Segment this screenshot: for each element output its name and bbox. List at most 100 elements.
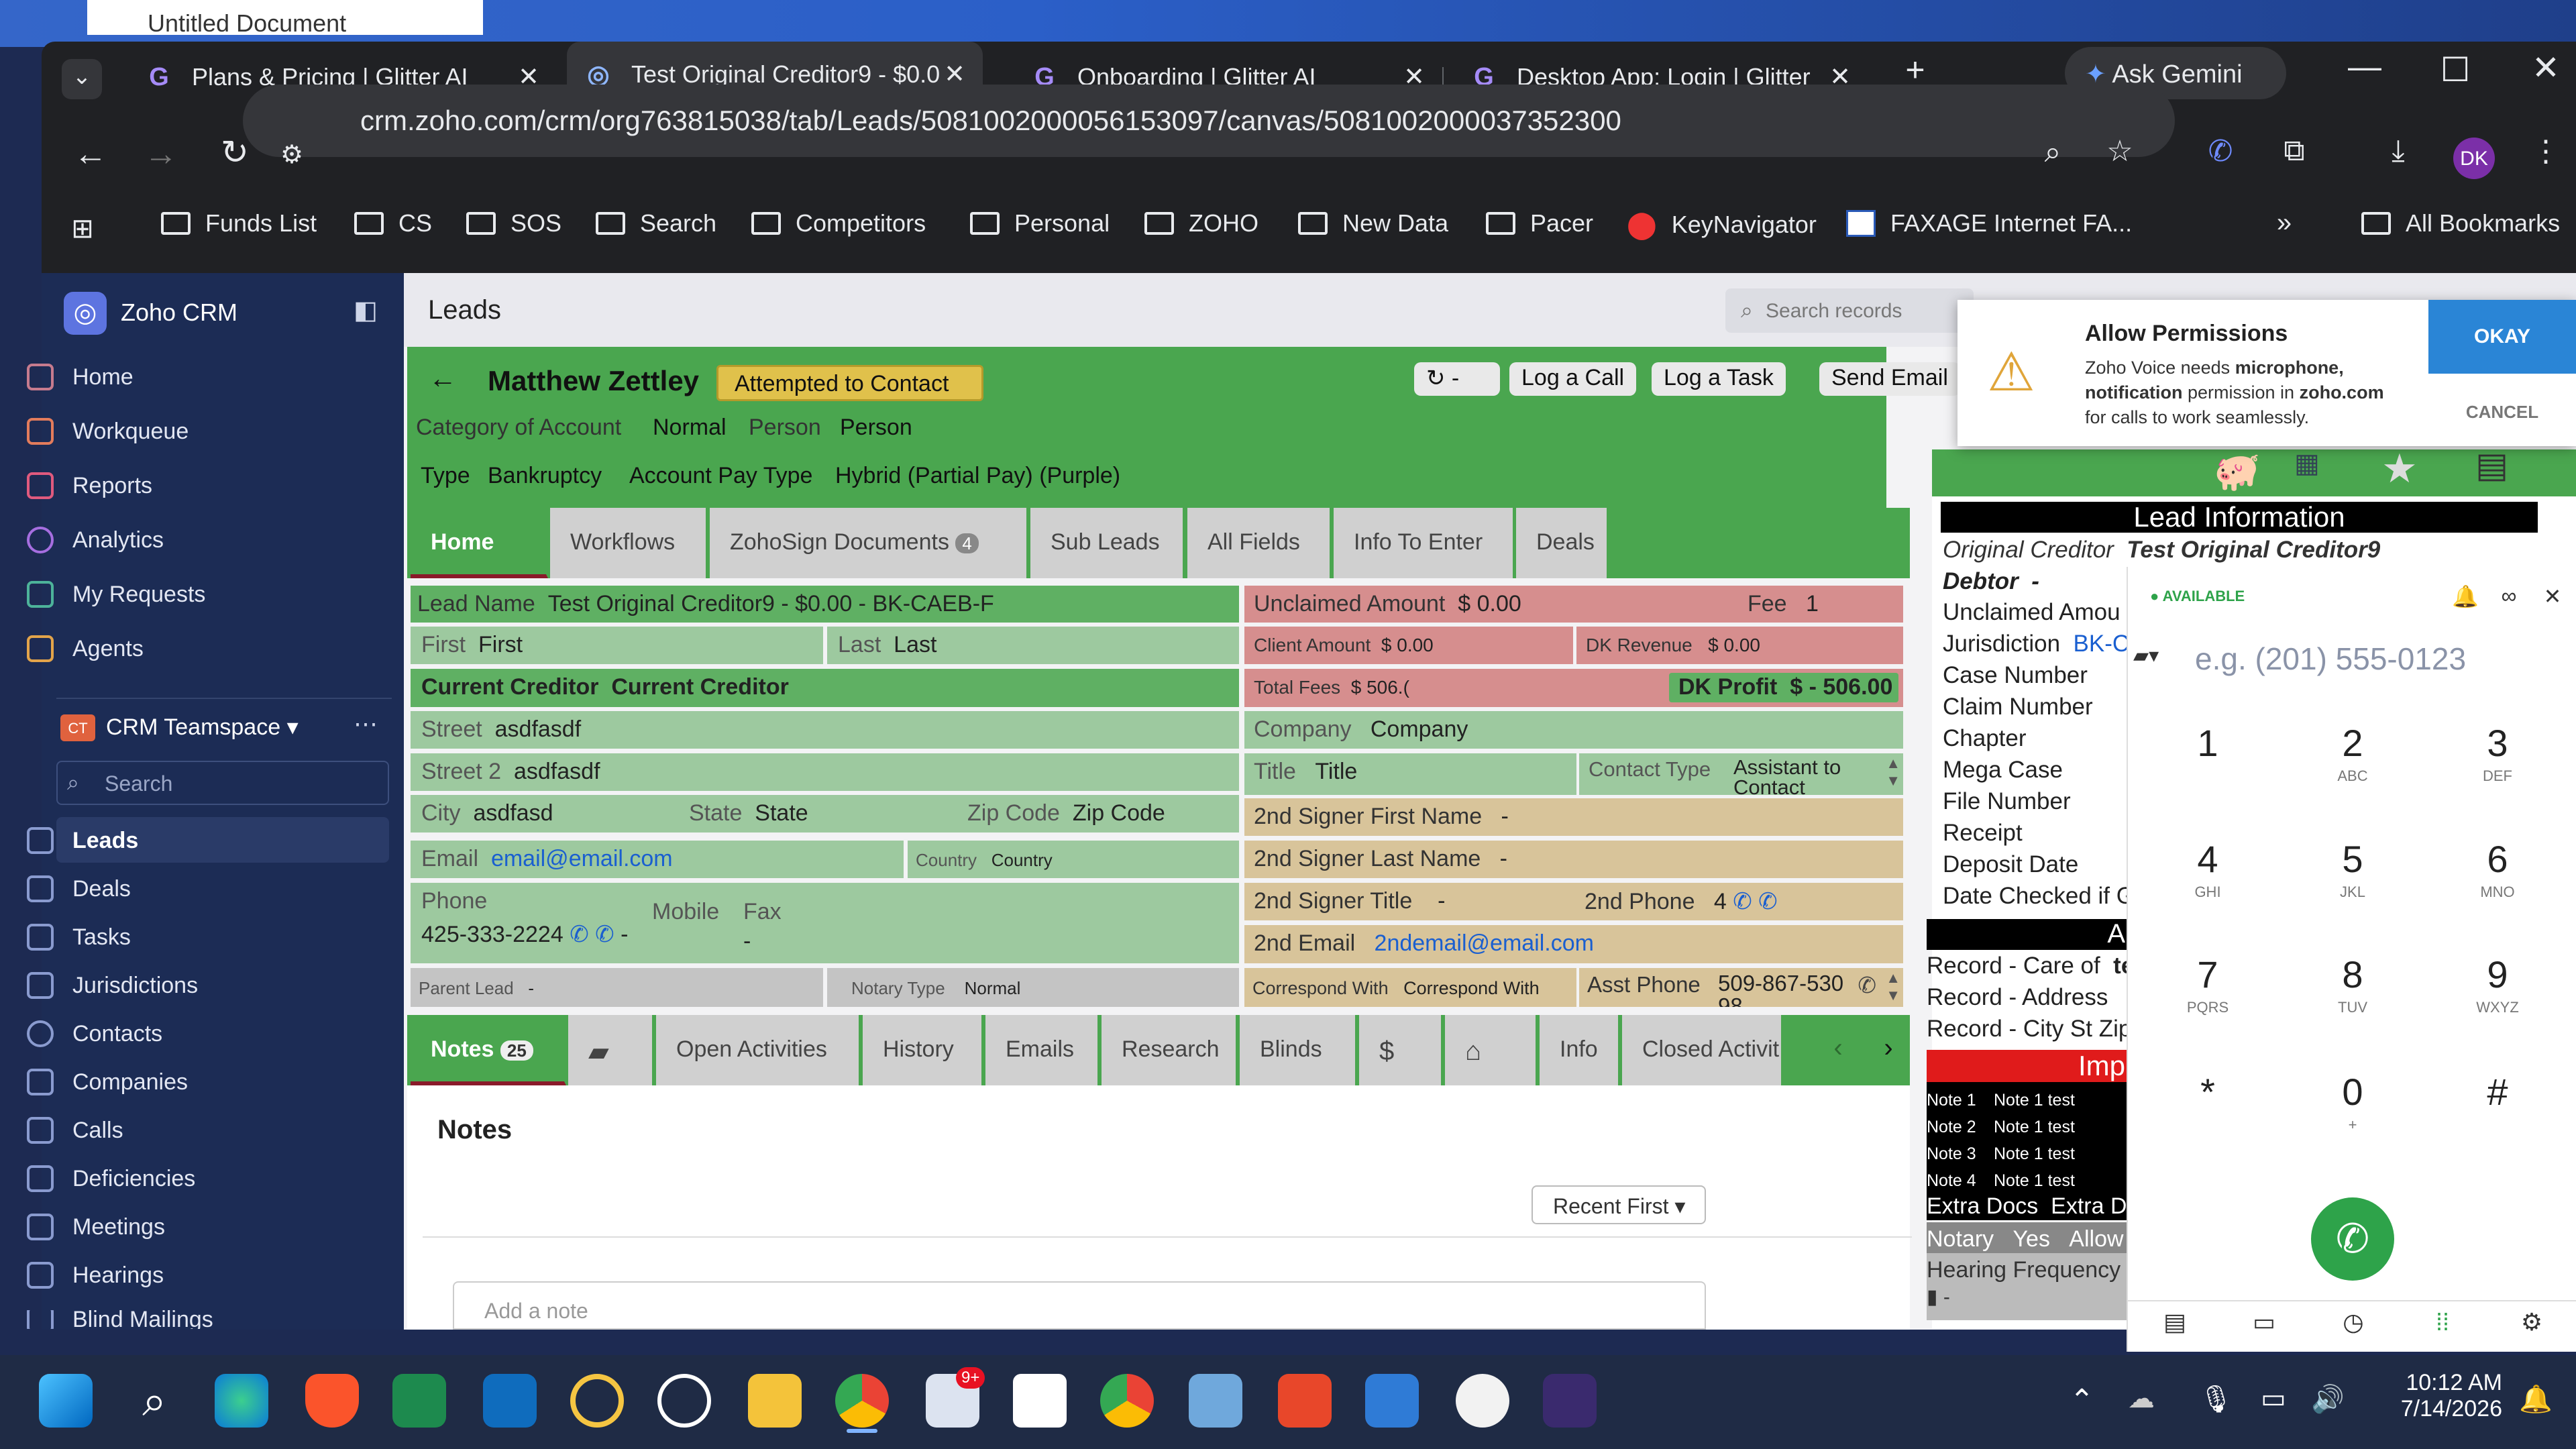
field-client-amount[interactable]: Client Amount $ 0.00 xyxy=(1244,627,1573,664)
log-call-button[interactable]: Log a Call xyxy=(1509,362,1637,396)
excel-icon[interactable] xyxy=(392,1374,446,1428)
key-7[interactable]: 7 PQRS xyxy=(2164,953,2251,1016)
key-2[interactable]: 2 ABC xyxy=(2309,721,2396,785)
bookmark-keynavigator[interactable]: ⬤ KeyNavigator xyxy=(1627,209,1817,240)
start-icon[interactable] xyxy=(39,1374,93,1428)
tab-home[interactable]: Home xyxy=(411,508,548,578)
new-tab-icon[interactable]: + xyxy=(1895,50,1935,89)
nav-reports[interactable]: Reports xyxy=(27,472,152,499)
field-parent-lead[interactable]: Parent Lead - xyxy=(411,968,823,1007)
call-icon[interactable]: ✆ xyxy=(1858,972,1876,998)
menu-icon[interactable]: ⋮ xyxy=(2529,134,2563,168)
notification-bell-icon[interactable]: 🔔 xyxy=(2519,1383,2553,1415)
bell-icon[interactable]: 🔔 xyxy=(2449,584,2482,609)
tab-folder[interactable]: ▰ xyxy=(568,1015,654,1085)
clock[interactable]: 10:12 AM 7/14/2026 xyxy=(2375,1370,2502,1422)
zoho-voice-extension-icon[interactable]: ✆ xyxy=(2200,134,2241,168)
bookmark-faxage[interactable]: FAXAGE Internet FA... xyxy=(1846,209,2132,237)
tab-institution[interactable]: ⌂ xyxy=(1445,1015,1538,1085)
key-star[interactable]: * xyxy=(2164,1070,2251,1116)
tab-all-fields[interactable]: All Fields xyxy=(1187,508,1332,578)
bookmark-pacer[interactable]: Pacer xyxy=(1486,209,1593,237)
tab-search-icon[interactable]: ⌄ xyxy=(62,59,102,99)
outlook-icon[interactable] xyxy=(483,1374,537,1428)
contacts-card-icon[interactable]: ▤ xyxy=(2155,1308,2195,1336)
app-s-red-icon[interactable] xyxy=(1278,1374,1332,1428)
tab-money[interactable]: $ xyxy=(1359,1015,1443,1085)
add-note-input[interactable]: Add a note xyxy=(453,1281,1706,1330)
module-meetings[interactable]: Meetings xyxy=(27,1214,165,1240)
tab-workflows[interactable]: Workflows xyxy=(550,508,708,578)
send-email-button[interactable]: Send Email xyxy=(1819,362,1960,396)
field-city-state-zip[interactable]: City asdfasd State State Zip Code Zip Co… xyxy=(411,795,1239,833)
close-window-icon[interactable]: ✕ xyxy=(2526,48,2566,87)
module-tasks[interactable]: Tasks xyxy=(27,924,131,951)
back-arrow-icon[interactable]: ← xyxy=(426,362,460,394)
key-1[interactable]: 1 xyxy=(2164,721,2251,767)
field-street-2[interactable]: Street 2 asdfasdf xyxy=(411,753,1239,791)
bookmark-star-icon[interactable]: ☆ xyxy=(2100,134,2140,168)
chat-icon[interactable] xyxy=(1013,1374,1067,1428)
chatgpt-icon[interactable] xyxy=(657,1374,711,1428)
image-app-icon[interactable] xyxy=(1189,1374,1242,1428)
search-records-input[interactable]: Search records xyxy=(1725,288,1974,333)
call-icon[interactable]: ✆ ✆ xyxy=(1733,889,1777,914)
dial-number-input[interactable]: e.g. (201) 555-0123 xyxy=(2195,641,2466,677)
key-8[interactable]: 8 TUV xyxy=(2309,953,2396,1016)
messages-icon[interactable]: ▭ xyxy=(2244,1308,2284,1336)
chrome-profile-icon[interactable] xyxy=(1100,1374,1154,1428)
field-contact-type[interactable]: Contact Type Assistant to Contact ▲ ▼ xyxy=(1579,753,1903,795)
tab-emails[interactable]: Emails xyxy=(985,1015,1099,1085)
profile-avatar[interactable]: DK xyxy=(2453,138,2495,179)
field-current-creditor[interactable]: Current Creditor Current Creditor xyxy=(411,669,1239,707)
settings-gear-icon[interactable]: ⚙ xyxy=(2512,1308,2552,1336)
network-off-icon[interactable]: ☁ xyxy=(2128,1383,2155,1414)
tab-closed-activities[interactable]: Closed Activit xyxy=(1622,1015,1783,1085)
nav-analytics[interactable]: Analytics xyxy=(27,527,164,553)
tab-info[interactable]: Info xyxy=(1540,1015,1620,1085)
lead-status-badge[interactable]: Attempted to Contact xyxy=(716,365,983,401)
sidebar-search-input[interactable]: Search xyxy=(56,761,389,805)
field-title[interactable]: Title Title xyxy=(1244,753,1576,795)
field-2nd-signer-last[interactable]: 2nd Signer Last Name - xyxy=(1244,841,1903,878)
apps-grid-icon[interactable]: ⊞ xyxy=(64,213,101,244)
log-task-button[interactable]: Log a Task xyxy=(1652,362,1786,396)
extensions-icon[interactable]: ⧉ xyxy=(2274,134,2314,168)
scroll-arrows-icon[interactable]: ▲ ▼ xyxy=(1886,969,1900,1004)
teamspace-selector[interactable]: CRM Teamspace ▾ xyxy=(106,714,299,741)
tab-history[interactable]: History xyxy=(863,1015,983,1085)
display-icon[interactable]: ▭ xyxy=(2261,1383,2286,1414)
teamspace-more-icon[interactable]: ⋯ xyxy=(349,710,382,738)
field-correspond-with[interactable]: Correspond With Correspond With xyxy=(1244,968,1576,1007)
key-3[interactable]: 3 DEF xyxy=(2454,721,2541,785)
history-clock-icon[interactable]: ◷ xyxy=(2333,1308,2373,1336)
module-hearings[interactable]: Hearings xyxy=(27,1262,164,1289)
notes-app-icon[interactable] xyxy=(1456,1374,1509,1428)
tabs-next-icon[interactable]: › xyxy=(1872,1033,1905,1063)
field-country[interactable]: Country Country xyxy=(908,841,1239,878)
field-2nd-signer-title[interactable]: 2nd Signer Title - 2nd Phone 4 ✆ ✆ xyxy=(1244,883,1903,920)
country-flag-dropdown[interactable]: ▰▾ xyxy=(2133,644,2159,667)
tabs-prev-icon[interactable]: ‹ xyxy=(1821,1033,1855,1063)
nav-my-requests[interactable]: My Requests xyxy=(27,581,205,608)
forward-icon[interactable]: → xyxy=(138,134,184,173)
site-info-icon[interactable]: ⚙ xyxy=(272,140,312,170)
tab-sub-leads[interactable]: Sub Leads xyxy=(1030,508,1185,578)
tab-open-activities[interactable]: Open Activities xyxy=(656,1015,861,1085)
module-jurisdictions[interactable]: Jurisdictions xyxy=(27,972,198,999)
key-4[interactable]: 4 GHI xyxy=(2164,837,2251,901)
bookmark-sos[interactable]: SOS xyxy=(466,209,561,237)
refresh-button[interactable]: ↻ - xyxy=(1414,362,1500,396)
field-unclaimed-amount[interactable]: Unclaimed Amount $ 0.00 xyxy=(1244,586,1660,623)
bookmark-competitors[interactable]: Competitors xyxy=(751,209,926,237)
app-ring-icon[interactable] xyxy=(570,1374,624,1428)
bookmark-personal[interactable]: Personal xyxy=(970,209,1110,237)
collapse-sidebar-icon[interactable]: ◧ xyxy=(349,295,382,325)
field-2nd-signer-first[interactable]: 2nd Signer First Name - xyxy=(1244,798,1903,836)
minimize-icon[interactable]: — xyxy=(2345,47,2385,86)
field-street[interactable]: Street asdfasdf xyxy=(411,711,1239,749)
app-s-blue-icon[interactable] xyxy=(1365,1374,1419,1428)
close-dialer-icon[interactable]: ✕ xyxy=(2536,584,2569,609)
edge-icon[interactable] xyxy=(215,1374,268,1428)
piggy-bank-icon[interactable]: 🐖 xyxy=(2214,449,2261,494)
